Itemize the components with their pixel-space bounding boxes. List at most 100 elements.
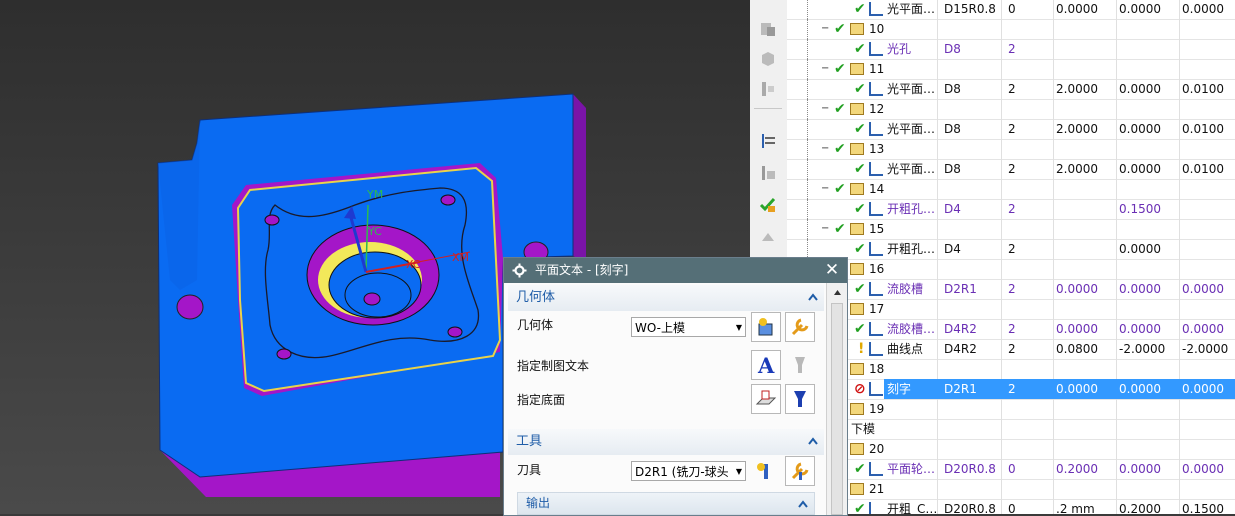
column-divider: [1116, 239, 1117, 259]
row-name-text: 20: [869, 442, 885, 456]
geometry-section-title: 几何体: [516, 290, 556, 305]
close-icon[interactable]: ✕: [823, 261, 841, 279]
program-group-row[interactable]: −✔16: [787, 259, 1235, 280]
axis-label-yc: YC: [367, 225, 382, 238]
create-geometry-button[interactable]: [751, 312, 781, 342]
row-name-cell: 11: [869, 59, 1019, 79]
value-cell-a: 2.0000: [1056, 82, 1098, 96]
operation-row[interactable]: ✔ 光平面… D8 2 2.0000 0.0000 0.0100: [787, 79, 1235, 100]
collapse-icon[interactable]: −: [821, 224, 829, 234]
machine-tool-navigator-icon[interactable]: [755, 160, 781, 186]
column-divider: [1053, 159, 1054, 179]
value-cell-a: 2.0000: [1056, 122, 1098, 136]
scrollbar-thumb[interactable]: [831, 303, 843, 515]
constraint-navigator-icon[interactable]: [755, 76, 781, 102]
floor-label: 指定底面: [517, 393, 566, 407]
operation-row[interactable]: ✔ 开粗_C… D20R0.8 0 .2 mm 0.2000 0.1500: [787, 499, 1235, 514]
program-group-row[interactable]: −✔21: [787, 479, 1235, 500]
column-divider: [1179, 119, 1180, 139]
program-group-row[interactable]: −✔18: [787, 359, 1235, 380]
column-divider: [1116, 39, 1117, 59]
program-group-row[interactable]: − ✔ 11: [787, 59, 1235, 80]
column-divider: [1116, 439, 1117, 459]
edit-geometry-button[interactable]: [785, 312, 815, 342]
operation-row[interactable]: ✔ 光平面… D8 2 2.0000 0.0000 0.0100: [787, 159, 1235, 180]
tool-cell: D2R1: [944, 282, 977, 296]
collapse-icon[interactable]: −: [821, 144, 829, 154]
operation-row[interactable]: ✔ 开粗孔… D4 2 0.1500: [787, 199, 1235, 220]
tool-select[interactable]: D2R1 (铣刀-球头 ▼: [631, 461, 746, 481]
machining-feature-icon[interactable]: [755, 192, 781, 218]
pocket-hole-2: [440, 194, 456, 206]
chevron-up-icon: [808, 437, 818, 445]
column-divider: [1116, 419, 1117, 439]
collapse-icon[interactable]: −: [821, 24, 829, 34]
program-group-row[interactable]: − ✔ 10: [787, 19, 1235, 40]
count-cell: 2: [1008, 122, 1016, 136]
show-floor-button[interactable]: [785, 384, 815, 414]
create-tool-button[interactable]: [751, 456, 781, 486]
edit-tool-button[interactable]: [785, 456, 815, 486]
axis-label-xc: XC: [406, 258, 421, 271]
chevron-up-icon: [798, 500, 808, 508]
operation-row[interactable]: ✔ 流胶槽… D4R2 2 0.0000 0.0000 0.0000: [787, 319, 1235, 340]
dialog-title: 平面文本 - [刻字]: [535, 263, 629, 277]
column-divider: [1179, 259, 1180, 279]
program-group-row[interactable]: −✔17: [787, 299, 1235, 320]
value-cell-a: .2 mm: [1056, 502, 1095, 514]
collapse-icon[interactable]: −: [821, 104, 829, 114]
column-divider: [1053, 119, 1054, 139]
row-name-text: 13: [869, 142, 885, 156]
program-group-row[interactable]: − ✔ 14: [787, 179, 1235, 200]
column-divider: [1179, 99, 1180, 119]
tool-section-header[interactable]: 工具: [508, 429, 824, 455]
operation-row[interactable]: ! 曲线点 D4R2 2 0.0800 -2.0000 -2.0000: [787, 339, 1235, 360]
value-cell-a: 0.0000: [1056, 2, 1098, 16]
operation-row[interactable]: ⊘ 刻字 D2R1 2 0.0000 0.0000 0.0000: [787, 379, 1235, 400]
operation-row[interactable]: ✔ 开粗孔… D4 2 0.0000: [787, 239, 1235, 260]
select-drawing-text-button[interactable]: A: [751, 350, 781, 380]
operation-row[interactable]: ✔ 平面轮… D20R0.8 0 0.2000 0.0000 0.0000: [787, 459, 1235, 480]
geometry-select-value: WO-上模: [635, 321, 685, 335]
assembly-navigator-icon[interactable]: [755, 16, 781, 42]
value-cell-b: 0.0000: [1119, 122, 1161, 136]
geometry-section-header[interactable]: 几何体: [508, 285, 824, 311]
dialog-scrollbar[interactable]: [826, 283, 847, 515]
program-group-row[interactable]: −✔19: [787, 399, 1235, 420]
operation-row[interactable]: ✔ 光平面… D8 2 2.0000 0.0000 0.0100: [787, 119, 1235, 140]
program-root-row[interactable]: 下模: [787, 419, 1235, 440]
reuse-library-icon[interactable]: [755, 224, 781, 250]
pocket-hole-3: [276, 348, 292, 360]
scroll-up-icon[interactable]: [833, 289, 842, 296]
program-group-row[interactable]: −✔20: [787, 439, 1235, 460]
program-group-row[interactable]: − ✔ 12: [787, 99, 1235, 120]
geometry-select[interactable]: WO-上模 ▼: [631, 317, 746, 337]
part-navigator-icon[interactable]: [755, 46, 781, 72]
row-name-text: 开粗孔…: [887, 242, 936, 256]
select-floor-button[interactable]: [751, 384, 781, 414]
column-divider: [1053, 19, 1054, 39]
dialog-title-bar[interactable]: 平面文本 - [刻字] ✕: [504, 258, 847, 283]
count-cell: 2: [1008, 282, 1016, 296]
gear-icon: [512, 263, 527, 278]
tool-section-title: 工具: [516, 434, 543, 449]
operation-navigator[interactable]: ✔ 光平面… D15R0.8 0 0.0000 0.0000 0.0000− ✔ 10 ✔ 光孔 D8…: [787, 0, 1235, 514]
count-cell: 0: [1008, 462, 1016, 476]
operation-row[interactable]: ✔ 光平面… D15R0.8 0 0.0000 0.0000 0.0000: [787, 0, 1235, 20]
status-ok-icon: ✔: [854, 461, 866, 477]
tree-line: [807, 99, 809, 119]
program-group-row[interactable]: − ✔ 13: [787, 139, 1235, 160]
output-section-header[interactable]: 输出: [517, 492, 815, 515]
program-group-row[interactable]: − ✔ 15: [787, 219, 1235, 240]
operation-navigator-icon[interactable]: [755, 128, 781, 154]
collapse-icon[interactable]: −: [821, 64, 829, 74]
collapse-icon[interactable]: −: [821, 184, 829, 194]
value-cell-b: 0.1500: [1119, 202, 1161, 216]
axis-label-xm: XM: [452, 251, 469, 264]
operation-row[interactable]: ✔ 流胶槽 D2R1 2 0.0000 0.0000 0.0000: [787, 279, 1235, 300]
status-ok-icon: ✔: [854, 321, 866, 337]
show-drawing-text-button[interactable]: [785, 350, 815, 380]
tree-line: [807, 59, 809, 79]
operation-row[interactable]: ✔ 光孔 D8 2: [787, 39, 1235, 60]
value-cell-a: 0.0000: [1056, 382, 1098, 396]
